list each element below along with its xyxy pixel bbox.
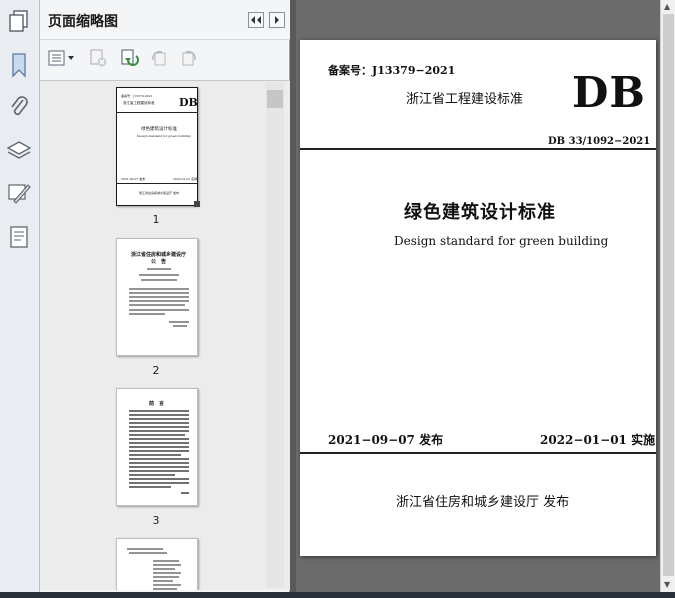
document-view: 备案号：J13379−2021 浙江省工程建设标准 DB DB 33/1092−… <box>296 0 660 598</box>
issue-date: 2021−09−07 发布 <box>328 433 444 447</box>
title-cn: 绿色建筑设计标准 <box>404 202 556 223</box>
thumb-rule-2 <box>117 183 197 184</box>
thumb3-head: 前 言 <box>149 401 165 407</box>
effective-date: 2022−01−01 实施 <box>540 433 656 447</box>
panel-title: 页面缩略图 <box>48 14 118 30</box>
thumbnail-scrollbar-thumb[interactable] <box>267 90 283 108</box>
taskbar-edge <box>0 592 675 598</box>
panel-header: 页面缩略图 <box>40 0 290 40</box>
filing-number: 备案号：J13379−2021 <box>328 64 456 77</box>
series-name: 浙江省工程建设标准 <box>406 92 524 107</box>
insert-pages-button[interactable] <box>118 47 140 69</box>
navigation-rail <box>0 0 40 598</box>
scroll-up-icon[interactable]: ▲ <box>664 2 670 11</box>
delete-page-icon <box>90 49 107 67</box>
bottom-rule <box>300 452 656 454</box>
thumb4-text-block <box>127 548 181 590</box>
thumb-rule <box>117 112 197 113</box>
top-rule <box>300 148 656 150</box>
thumb-publisher: 浙江省住房和城乡建设厅 发布 <box>139 191 179 195</box>
double-left-arrow-icon <box>251 16 261 24</box>
thumb-effective: 2022-01-01 实施 <box>173 177 198 181</box>
thumb-issue: 2021-09-07 发布 <box>121 177 146 181</box>
rotate-left-icon <box>152 50 166 66</box>
thumbnail-number: 1 <box>152 213 160 226</box>
rotate-right-button[interactable] <box>178 47 200 69</box>
thumbnail-page-3[interactable]: 前 言 <box>116 388 198 506</box>
insert-page-icon <box>121 49 139 66</box>
bookmark-icon[interactable] <box>4 50 34 80</box>
thumb-filing: 备案号：J13379-2021 <box>121 94 153 98</box>
panel-toolbar <box>40 43 290 73</box>
thumbnail-page-2[interactable]: 浙江省住房和城乡建设厅 公 告 <box>116 238 198 356</box>
rotate-right-icon <box>182 50 196 66</box>
thumb3-text-block <box>129 410 189 494</box>
delete-pages-button[interactable] <box>87 47 109 69</box>
expand-panel-button[interactable] <box>269 12 285 28</box>
thumbnail-page-4[interactable] <box>116 538 198 590</box>
attachment-icon[interactable] <box>4 92 34 122</box>
thumb2-text-block <box>129 268 189 327</box>
thumb-title: 绿色建筑设计标准 <box>141 127 177 132</box>
pages-icon[interactable] <box>4 6 34 36</box>
thumbnail-scrollbar[interactable] <box>266 82 284 588</box>
options-list-icon <box>48 50 74 66</box>
thumb2-head: 浙江省住房和城乡建设厅 <box>131 252 187 258</box>
collapse-panel-button[interactable] <box>248 12 264 28</box>
thumbnail-list: 备案号：J13379-2021 浙江省工程建设标准 DB 绿色建筑设计标准 De… <box>40 80 290 590</box>
publisher: 浙江省住房和城乡建设厅 发布 <box>396 495 570 510</box>
thumbnail-page-1[interactable]: 备案号：J13379-2021 浙江省工程建设标准 DB 绿色建筑设计标准 De… <box>116 87 198 206</box>
thumb-series: 浙江省工程建设标准 <box>123 101 155 105</box>
layers-icon[interactable] <box>4 136 34 166</box>
thumb-db: DB <box>179 96 198 109</box>
thumbnail-number: 3 <box>152 514 160 527</box>
rotate-left-button[interactable] <box>148 47 170 69</box>
document-page: 备案号：J13379−2021 浙江省工程建设标准 DB DB 33/1092−… <box>300 40 656 556</box>
thumbnail-number: 2 <box>152 364 160 377</box>
thumbnail-panel: 页面缩略图 备案号：J13379-2021 浙江省工程建设标准 DB 绿色建筑设… <box>40 0 290 598</box>
title-en: Design standard for green building <box>394 234 609 248</box>
signature-icon[interactable] <box>4 178 34 208</box>
options-menu-button[interactable] <box>48 47 76 69</box>
scroll-down-icon[interactable]: ▼ <box>664 580 670 589</box>
standard-code: DB 33/1092−2021 <box>548 136 651 147</box>
right-arrow-icon <box>275 16 279 24</box>
document-scrollbar-thumb[interactable] <box>663 14 674 576</box>
db-mark: DB <box>572 68 646 117</box>
document-scrollbar[interactable]: ▲ ▼ <box>660 0 675 598</box>
thumb-subtitle: Design standard for green building <box>137 134 191 138</box>
content-icon[interactable] <box>4 222 34 252</box>
thumbnail-resize-handle[interactable] <box>194 201 200 207</box>
thumb2-head2: 公 告 <box>151 259 167 265</box>
